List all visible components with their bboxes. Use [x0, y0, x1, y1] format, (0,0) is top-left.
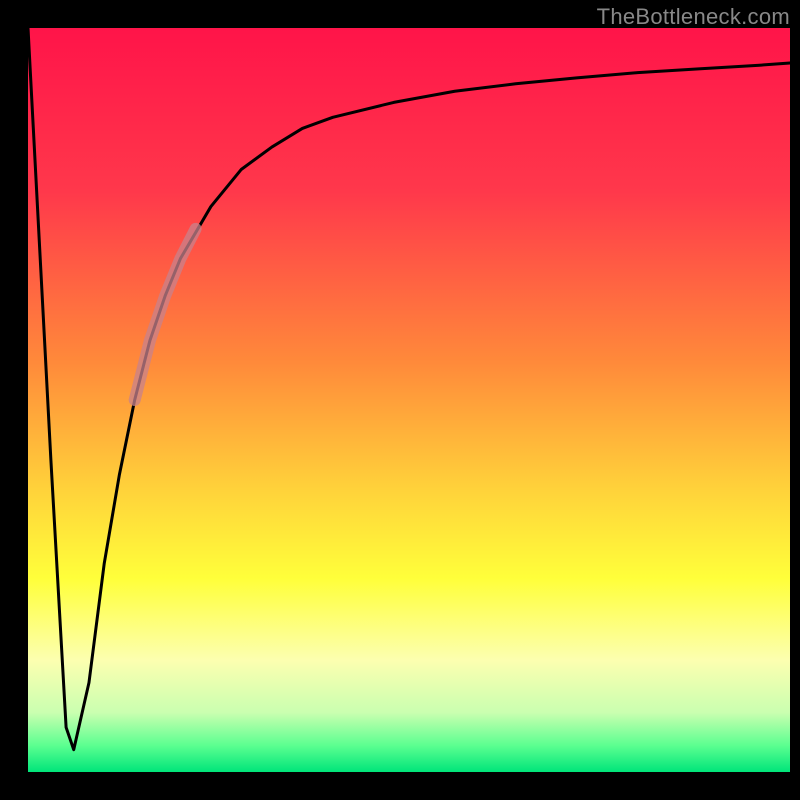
chart-svg	[0, 0, 800, 800]
plot-area	[28, 28, 790, 772]
chart-container: TheBottleneck.com	[0, 0, 800, 800]
